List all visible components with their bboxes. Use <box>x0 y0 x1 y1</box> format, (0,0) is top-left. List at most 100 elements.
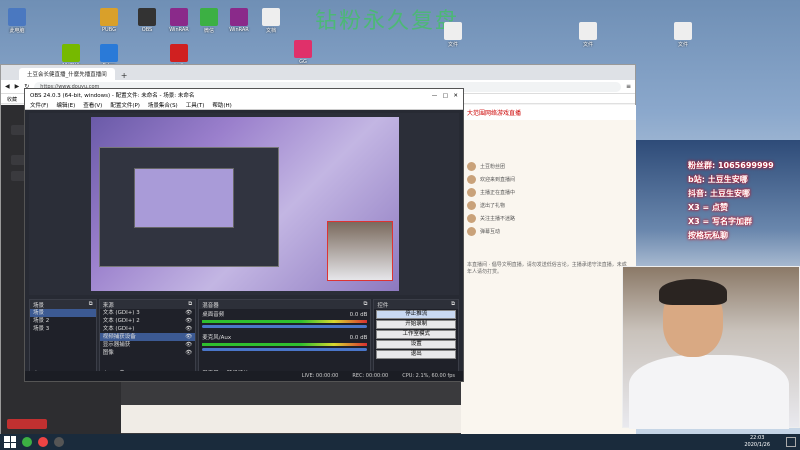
chat-notice: 本直播间 · 倡导文明直播，请勿发送低俗言论，主播承诺守法直播，未成年人请勿打赏… <box>467 262 627 275</box>
desktop-icon[interactable]: 文件 <box>440 22 466 48</box>
obs-icon[interactable] <box>54 437 64 447</box>
person-shirt <box>629 355 789 429</box>
visibility-icon[interactable]: 👁 <box>185 325 192 333</box>
control-button[interactable]: 工作室模式 <box>376 330 456 339</box>
control-button[interactable]: 停止推流 <box>376 310 456 319</box>
scene-item[interactable]: 场景 2 <box>30 317 96 325</box>
visibility-icon[interactable]: 👁 <box>185 341 192 349</box>
desktop-icon[interactable]: WinRAR <box>166 8 192 33</box>
webcam-source <box>327 221 393 281</box>
overlay-line: 按格玩私聊 <box>688 231 728 240</box>
source-item[interactable]: 视频捕获设备 👁 <box>99 333 196 341</box>
desktop-icon-label: WinRAR <box>229 27 249 33</box>
desktop-icon-label: WinRAR <box>169 27 189 33</box>
chat-text: 弹幕互动 <box>480 229 501 235</box>
desktop-app-icon <box>674 22 692 40</box>
avatar <box>467 162 476 171</box>
browser-tab[interactable]: 土豆会长健直播_什麼先播直播间 <box>19 68 115 80</box>
chrome-icon[interactable] <box>38 437 48 447</box>
source-name: 文本 (GDI+) 2 <box>102 318 140 324</box>
source-item[interactable]: 图像 👁 <box>100 349 196 357</box>
avatar <box>467 175 476 184</box>
person-hair <box>659 279 727 305</box>
volume-slider[interactable] <box>202 348 368 351</box>
new-tab-button[interactable]: + <box>115 71 134 80</box>
desktop-icon-label: PUBG <box>102 27 116 33</box>
volume-slider[interactable] <box>202 325 368 328</box>
control-button[interactable]: 设置 <box>376 340 456 349</box>
scene-item[interactable]: 场景 3 <box>30 325 96 333</box>
desktop-icon[interactable]: PUBG <box>96 8 122 33</box>
chat-message: 欢迎来到直播间 <box>461 173 636 186</box>
chat-message: 土豆粉丝团 <box>461 160 636 173</box>
source-name: 文本 (GDI+) <box>102 326 135 332</box>
avatar <box>467 214 476 223</box>
wechat-icon[interactable] <box>22 437 32 447</box>
browser-tabbar: 土豆会长健直播_什麼先播直播间 + <box>1 65 635 80</box>
desktop-icon-label: 文档 <box>265 28 276 34</box>
source-item[interactable]: 文本 (GDI+) 3 👁 <box>100 309 196 317</box>
chat-message: 送出了礼物 <box>461 199 636 212</box>
menu-icon[interactable]: ≡ <box>626 83 631 90</box>
desktop-icon[interactable]: GG <box>290 40 316 65</box>
source-name: 显示器捕获 <box>102 342 131 348</box>
chat-list: 土豆粉丝团 欢迎来到直播间 主播正在直播中 送出了礼物 关注主播不迷路 弹幕互动 <box>461 120 636 238</box>
desktop-icon[interactable]: WinRAR <box>226 8 252 33</box>
obs-menu-item[interactable]: 编辑(E) <box>56 101 75 109</box>
desktop-icon[interactable]: 此电脑 <box>4 8 30 34</box>
obs-menu-item[interactable]: 查看(V) <box>83 101 102 109</box>
visibility-icon[interactable]: 👁 <box>185 317 192 325</box>
overlay-line: 抖音: 土豆生安哪 <box>688 189 750 198</box>
window-controls[interactable]: — □ ✕ <box>432 91 458 99</box>
obs-menu-item[interactable]: 帮助(H) <box>212 101 231 109</box>
avatar <box>467 201 476 210</box>
right-tab-label: 大范围网络游戏直播 <box>461 105 636 120</box>
mixer-dock: 混音器⧉ 桌面音频0.0 dB麦克风/Aux0.0 dB 混音器转场特效 <box>198 299 372 379</box>
control-list: 停止推流 开始录制 工作室模式 设置 退出 <box>374 310 458 359</box>
desktop-icon-label: 文件 <box>677 42 688 48</box>
visibility-icon[interactable]: 👁 <box>185 309 192 317</box>
desktop-icon[interactable]: 文档 <box>258 8 284 34</box>
obs-window: OBS 24.0.3 (64-bit, windows) - 配置文件: 未命名… <box>24 88 464 382</box>
source-name: 图像 <box>102 350 114 356</box>
source-list: 文本 (GDI+) 3 👁 文本 (GDI+) 2 👁 文本 (GDI+) 👁 视频捕获设备… <box>99 309 196 357</box>
control-button[interactable]: 开始录制 <box>376 320 456 329</box>
scene-list: 场景 场景 2 场景 3 <box>30 309 96 333</box>
obs-preview[interactable] <box>29 113 459 295</box>
follow-button[interactable] <box>7 419 47 429</box>
back-icon[interactable]: ◀ <box>5 83 10 90</box>
scene-item[interactable]: 场景 <box>30 309 96 317</box>
obs-menu-item[interactable]: 工具(T) <box>186 101 205 109</box>
overlay-line: X3 = 写名字加群 <box>688 217 753 226</box>
obs-menu-item[interactable]: 场景集合(S) <box>148 101 178 109</box>
source-item[interactable]: 显示器捕获 👁 <box>100 341 196 349</box>
visibility-icon[interactable]: 👁 <box>185 349 192 357</box>
desktop-icon[interactable]: 文件 <box>575 22 601 48</box>
overlay-line: X3 = 点赞 <box>688 203 729 212</box>
stream-overlay: 粉丝群: 1065699999 b站: 土豆生安哪 抖音: 土豆生安哪 X3 = 点赞… <box>688 160 800 244</box>
desktop-app-icon <box>444 22 462 40</box>
desktop-icon[interactable]: 微信 <box>196 8 222 34</box>
forward-icon[interactable]: ▶ <box>15 83 20 90</box>
start-button[interactable] <box>4 436 16 448</box>
notification-icon[interactable] <box>786 437 796 447</box>
scenes-dock: 场景⧉ 场景场景 2场景 3 + − ∧ ∨ <box>29 299 97 379</box>
chat-message: 弹幕互动 <box>461 225 636 238</box>
live-status: LIVE: 00:00:00 <box>301 373 339 379</box>
desktop-app-icon <box>579 22 597 40</box>
source-item[interactable]: 文本 (GDI+) 2 👁 <box>100 317 196 325</box>
source-item[interactable]: 文本 (GDI+) 👁 <box>100 325 196 333</box>
mixer-channel-header: 麦克风/Aux 0.0 dB <box>199 334 370 342</box>
control-button[interactable]: 退出 <box>376 350 456 359</box>
system-clock[interactable]: 22:03 2020/1/26 <box>744 435 770 449</box>
obs-menu-item[interactable]: 配置文件(P) <box>110 101 140 109</box>
taskbar: 22:03 2020/1/26 <box>0 434 800 450</box>
desktop-icon[interactable]: OBS <box>134 8 160 33</box>
obs-menu-item[interactable]: 文件(F) <box>30 101 48 109</box>
desktop-app-icon <box>294 40 312 58</box>
mixer-channel: 桌面音频 0.0 dB <box>199 309 370 332</box>
avatar <box>467 188 476 197</box>
desktop-icon[interactable]: 文件 <box>670 22 696 48</box>
visibility-icon[interactable]: 👁 <box>185 333 192 341</box>
desktop-app-icon <box>8 8 26 26</box>
